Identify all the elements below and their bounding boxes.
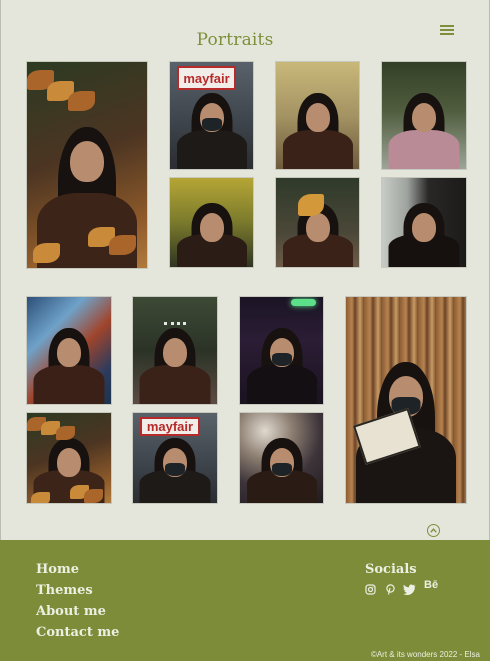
- face-mask-shape: [201, 118, 222, 131]
- face-shape: [305, 103, 330, 132]
- pinterest-icon[interactable]: [385, 580, 396, 599]
- jacket-shape: [176, 130, 247, 169]
- leaf-over-eye: [297, 194, 324, 217]
- face-shape: [199, 213, 224, 242]
- portrait-pink-coat[interactable]: [381, 61, 467, 170]
- portrait-graffiti-wall[interactable]: [26, 296, 112, 405]
- portrait-tiara[interactable]: [132, 296, 218, 405]
- footer-link-about-me[interactable]: About me: [36, 604, 106, 619]
- footer: Home Themes About me Contact me Socials …: [0, 540, 490, 661]
- portrait-bookshelf-reading[interactable]: [345, 296, 467, 504]
- hamburger-menu-icon[interactable]: [436, 22, 458, 38]
- instagram-icon[interactable]: [365, 580, 376, 599]
- face-shape: [412, 213, 436, 242]
- autumn-leaf: [31, 492, 51, 503]
- behance-icon[interactable]: Bē: [424, 580, 438, 591]
- footer-link-themes[interactable]: Themes: [36, 583, 93, 598]
- mayfair-sign: mayfair: [176, 66, 237, 90]
- jacket-shape: [246, 365, 317, 404]
- face-shape: [163, 338, 187, 367]
- copyright-text: ©Art & its wonders 2022 - Elsa: [370, 650, 480, 659]
- jacket-shape: [33, 365, 105, 404]
- portrait-mayfair-masked[interactable]: mayfair: [132, 412, 218, 504]
- autumn-leaf: [67, 90, 95, 111]
- portrait-doorway[interactable]: [381, 177, 467, 268]
- autumn-leaf: [84, 488, 104, 503]
- face-mask-shape: [165, 463, 185, 476]
- portrait-leaves-closeup[interactable]: [26, 412, 112, 504]
- portrait-neon-night[interactable]: [239, 296, 324, 405]
- portrait-leaf-over-eye[interactable]: [275, 177, 360, 268]
- tiara-shape: [164, 322, 186, 332]
- footer-link-contact-me[interactable]: Contact me: [36, 625, 119, 640]
- left-frame-line: [0, 0, 1, 540]
- socials-title: Socials: [365, 562, 417, 577]
- jacket-shape: [282, 130, 353, 169]
- chevron-up-circle-icon[interactable]: [427, 524, 440, 537]
- autumn-leaf: [108, 235, 136, 256]
- mayfair-sign: mayfair: [139, 416, 201, 437]
- portrait-leaves-crown[interactable]: [26, 61, 148, 269]
- face-mask-shape: [271, 463, 292, 476]
- autumn-leaf: [55, 425, 75, 440]
- footer-link-home[interactable]: Home: [36, 562, 79, 577]
- portrait-masked-lights[interactable]: [239, 412, 324, 504]
- jacket-shape: [388, 130, 460, 169]
- portrait-autumn-field[interactable]: [275, 61, 360, 170]
- face-shape: [57, 338, 81, 367]
- portrait-yellow-trees[interactable]: [169, 177, 254, 268]
- face-mask-shape: [271, 353, 292, 366]
- face-shape: [70, 141, 104, 182]
- twitter-icon[interactable]: [403, 580, 416, 599]
- neon-light: [291, 299, 317, 306]
- jacket-shape: [139, 365, 211, 404]
- face-shape: [305, 213, 330, 242]
- portrait-mayfair-sign[interactable]: mayfair: [169, 61, 254, 170]
- page-title: Portraits: [196, 30, 274, 50]
- face-shape: [412, 103, 436, 132]
- face-shape: [57, 448, 81, 477]
